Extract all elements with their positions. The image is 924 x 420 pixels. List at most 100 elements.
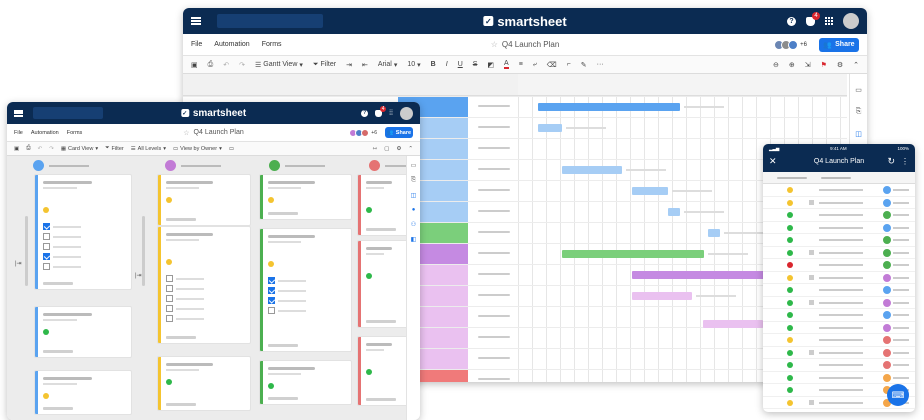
checklist-checkbox[interactable] [166, 305, 173, 312]
gantt-bar[interactable] [632, 292, 692, 300]
updates-icon[interactable]: ◫ [411, 192, 417, 199]
underline-icon[interactable]: U [458, 61, 463, 68]
checklist-checkbox[interactable] [268, 307, 275, 314]
filter-button[interactable]: ⏷ Filter [313, 61, 336, 69]
format-painter-icon[interactable]: ⌐ [567, 61, 571, 68]
text-color-icon[interactable]: A [504, 60, 509, 69]
menu-automation[interactable]: Automation [214, 41, 249, 48]
card-size-icon[interactable]: ▭ [229, 146, 234, 152]
notification-icon[interactable]: 4 [375, 105, 387, 117]
collapse-lanes-icon[interactable]: ⇿ [373, 146, 378, 152]
mobile-row[interactable] [763, 372, 915, 384]
task-card[interactable] [357, 336, 409, 406]
indent-icon[interactable]: ⇥ [346, 61, 352, 69]
collapse-lane-icon[interactable]: |⇥ [15, 260, 22, 267]
mobile-row[interactable] [763, 359, 915, 372]
menu-file[interactable]: File [191, 41, 202, 48]
checklist-checkbox[interactable] [268, 287, 275, 294]
gantt-bar[interactable] [632, 271, 774, 279]
mobile-row[interactable] [763, 209, 915, 222]
attachments-icon[interactable]: ⎘ [856, 108, 862, 116]
redo-icon[interactable]: ↷ [49, 146, 54, 152]
checklist-checkbox[interactable] [268, 297, 275, 304]
checklist-checkbox[interactable] [43, 263, 50, 270]
owner-selector[interactable]: ▭ View by Owner ▾ [173, 146, 222, 152]
collaborators[interactable]: +6 [349, 128, 377, 137]
mobile-row[interactable] [763, 222, 915, 234]
favorite-star-icon[interactable]: ☆ [491, 40, 498, 49]
mobile-row[interactable] [763, 247, 915, 259]
gantt-bar[interactable] [632, 187, 668, 195]
lane-owner-avatar[interactable] [269, 160, 280, 171]
checklist-checkbox[interactable] [166, 295, 173, 302]
menu-automation[interactable]: Automation [31, 130, 59, 136]
mobile-row[interactable] [763, 297, 915, 309]
connections-icon[interactable]: ⚇ [411, 221, 416, 228]
menu-file[interactable]: File [14, 130, 23, 136]
task-card[interactable] [357, 240, 409, 328]
task-card[interactable] [34, 174, 132, 290]
mobile-row[interactable] [763, 197, 915, 209]
view-selector[interactable]: ☰ Gantt View ▾ [255, 61, 303, 69]
checklist-checkbox[interactable] [43, 233, 50, 240]
wrap-icon[interactable]: ⤶ [533, 61, 537, 69]
task-card[interactable] [34, 306, 132, 358]
checklist-checkbox[interactable] [43, 223, 50, 230]
levels-selector[interactable]: ☰ All Levels ▾ [131, 146, 166, 152]
mobile-row[interactable] [763, 284, 915, 297]
updates-icon[interactable]: ◫ [855, 130, 862, 138]
font-selector[interactable]: Arial ▾ [378, 61, 398, 69]
more-icon[interactable]: ··· [597, 61, 604, 68]
mobile-row[interactable] [763, 322, 915, 334]
mobile-row[interactable] [763, 234, 915, 247]
workspace-search[interactable] [33, 107, 103, 119]
user-avatar[interactable] [400, 106, 413, 120]
align-icon[interactable]: ≡ [519, 61, 523, 68]
task-card[interactable] [157, 226, 251, 344]
print-icon[interactable]: ⎙ [208, 61, 214, 69]
fill-color-icon[interactable]: ◩ [487, 61, 494, 69]
highlight-icon[interactable]: ✎ [581, 61, 587, 69]
menu-forms[interactable]: Forms [262, 41, 282, 48]
apps-grid-icon[interactable] [825, 17, 833, 25]
mobile-row[interactable] [763, 347, 915, 359]
expand-icon[interactable]: ▢ [384, 146, 389, 152]
checklist-checkbox[interactable] [268, 277, 275, 284]
task-card[interactable] [259, 360, 352, 405]
undo-icon[interactable]: ↶ [223, 61, 229, 69]
task-card[interactable] [259, 228, 352, 352]
zoom-out-icon[interactable]: ⊖ [773, 61, 779, 69]
settings-gear-icon[interactable]: ⚙ [396, 146, 401, 152]
lane-owner-avatar[interactable] [33, 160, 44, 171]
lane-owner-avatar[interactable] [369, 160, 380, 171]
publish-icon[interactable]: ● [412, 207, 416, 213]
gantt-bar[interactable] [562, 250, 704, 258]
baseline-icon[interactable]: ⚑ [821, 61, 827, 69]
checklist-checkbox[interactable] [166, 315, 173, 322]
checklist-checkbox[interactable] [166, 275, 173, 282]
help-icon[interactable]: ? [787, 16, 796, 26]
activity-icon[interactable]: ◧ [411, 236, 417, 243]
gantt-bar[interactable] [708, 229, 720, 237]
attachments-icon[interactable]: ⎘ [411, 177, 416, 184]
user-avatar[interactable] [843, 13, 859, 29]
task-card[interactable] [357, 174, 409, 236]
collapse-icon[interactable]: ⌃ [408, 146, 413, 152]
mobile-fab-button[interactable]: ⌨ [887, 384, 909, 406]
checklist-checkbox[interactable] [166, 285, 173, 292]
undo-icon[interactable]: ↶ [38, 146, 43, 152]
zoom-in-icon[interactable]: ⊕ [789, 61, 795, 69]
gantt-bar[interactable] [562, 166, 622, 174]
collaborators[interactable]: +6 [774, 39, 807, 50]
task-card[interactable] [157, 356, 251, 411]
menu-icon[interactable] [14, 109, 23, 117]
filter-button[interactable]: ⏷ Filter [105, 145, 124, 152]
clear-format-icon[interactable]: ⌫ [547, 61, 557, 69]
mobile-row[interactable] [763, 334, 915, 347]
more-vert-icon[interactable]: ⋮ [901, 157, 909, 166]
task-card[interactable] [34, 370, 132, 415]
collapse-icon[interactable]: ⌃ [853, 61, 859, 69]
gantt-bar[interactable] [538, 103, 680, 111]
gantt-bar[interactable] [703, 320, 763, 328]
apps-grid-icon[interactable]: ⁞⁞ [389, 110, 393, 117]
